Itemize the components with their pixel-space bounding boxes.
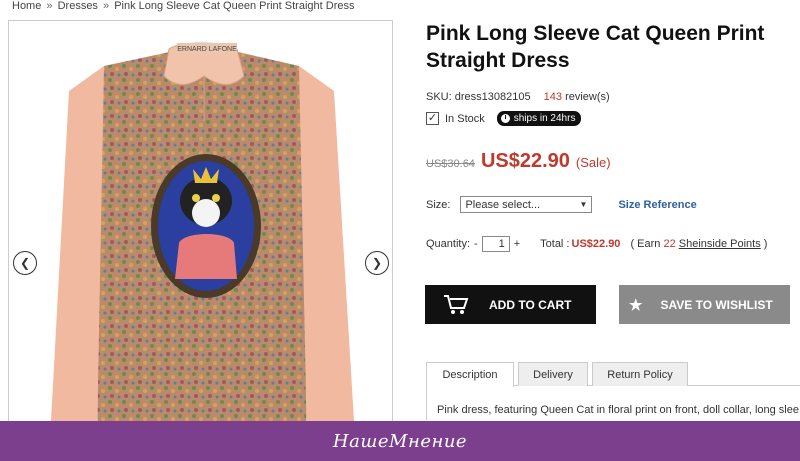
price-row: US$30.64 US$22.90 (Sale) <box>426 150 611 173</box>
chevron-right-icon: ❯ <box>371 256 383 270</box>
quantity-increment-button[interactable]: + <box>514 238 520 250</box>
size-select-value: Please select... <box>465 198 541 211</box>
breadcrumb: Home » Dresses » Pink Long Sleeve Cat Qu… <box>12 0 354 12</box>
breadcrumb-dresses[interactable]: Dresses <box>58 0 98 12</box>
chevron-left-icon: ❮ <box>19 256 31 270</box>
tab-description[interactable]: Description <box>426 362 514 387</box>
stock-row: ✓ In Stock ships in 24hrs <box>426 111 582 126</box>
check-icon: ✓ <box>426 112 439 125</box>
earn-points-value: 22 <box>663 238 676 250</box>
earn-open-text: ( Earn <box>630 238 661 250</box>
quantity-decrement-button[interactable]: - <box>474 238 478 250</box>
garment-label-text: ERNARD LAFONE <box>177 46 237 53</box>
wishlist-label: SAVE TO WISHLIST <box>660 297 773 312</box>
earn-close-text: ) <box>763 238 768 250</box>
product-image: ERNARD LAFONE <box>51 42 354 439</box>
size-select[interactable]: Please select... ▼ <box>460 196 593 213</box>
sale-label: (Sale) <box>575 155 611 170</box>
tab-delivery[interactable]: Delivery <box>518 362 588 386</box>
total-value: US$22.90 <box>571 238 621 250</box>
tab-return-policy[interactable]: Return Policy <box>592 362 688 386</box>
quantity-input[interactable]: 1 <box>481 236 510 252</box>
star-icon: ★ <box>629 296 643 314</box>
quantity-label: Quantity: <box>426 238 471 250</box>
quantity-row: Quantity: - 1 + Total : US$22.90 ( Earn … <box>426 236 767 252</box>
product-tabs: Description Delivery Return Policy <box>426 362 800 387</box>
ships-text: ships in 24hrs <box>513 113 576 124</box>
size-label: Size: <box>426 198 451 211</box>
description-panel: Pink dress, featuring Queen Cat in flora… <box>426 386 800 420</box>
breadcrumb-separator: » <box>46 0 53 12</box>
stock-status: In Stock <box>445 112 485 125</box>
caret-down-icon: ▼ <box>579 200 588 209</box>
sku-row: SKU: dress13082105 143 review(s) <box>426 91 610 103</box>
product-image-gallery: ERNARD LAFONE ❮ ❯ <box>8 20 393 440</box>
save-to-wishlist-button[interactable]: ★ SAVE TO WISHLIST <box>619 285 790 324</box>
size-row: Size: Please select... ▼ Size Reference <box>426 196 697 213</box>
breadcrumb-current[interactable]: Pink Long Sleeve Cat Queen Print Straigh… <box>114 0 354 12</box>
next-image-button[interactable]: ❯ <box>365 251 389 275</box>
previous-image-button[interactable]: ❮ <box>13 251 37 275</box>
add-to-cart-label: ADD TO CART <box>489 297 572 312</box>
product-title: Pink Long Sleeve Cat Queen Print Straigh… <box>426 22 765 72</box>
sheinside-points-link[interactable]: Sheinside Points <box>679 238 761 250</box>
reviews-count[interactable]: 143 <box>544 91 562 103</box>
reviews-label[interactable]: review(s) <box>565 91 610 103</box>
add-to-cart-button[interactable]: ADD TO CART <box>425 285 596 324</box>
breadcrumb-home[interactable]: Home <box>12 0 41 12</box>
sku-text: SKU: dress13082105 <box>426 91 531 103</box>
cart-icon <box>444 294 469 314</box>
description-text: Pink dress, featuring Queen Cat in flora… <box>437 404 799 416</box>
earn-points-info: ( Earn 22 Sheinside Points ) <box>630 238 767 250</box>
original-price: US$30.64 <box>426 158 475 170</box>
sale-price: US$22.90 <box>480 150 570 172</box>
size-reference-link[interactable]: Size Reference <box>618 199 696 211</box>
watermark-bar: НашеМнение <box>0 421 800 461</box>
watermark-logo: НашеМнение <box>332 430 468 452</box>
total-label: Total : <box>540 238 570 250</box>
clock-icon <box>500 114 510 123</box>
breadcrumb-separator: » <box>103 0 110 12</box>
ships-badge: ships in 24hrs <box>496 111 582 126</box>
